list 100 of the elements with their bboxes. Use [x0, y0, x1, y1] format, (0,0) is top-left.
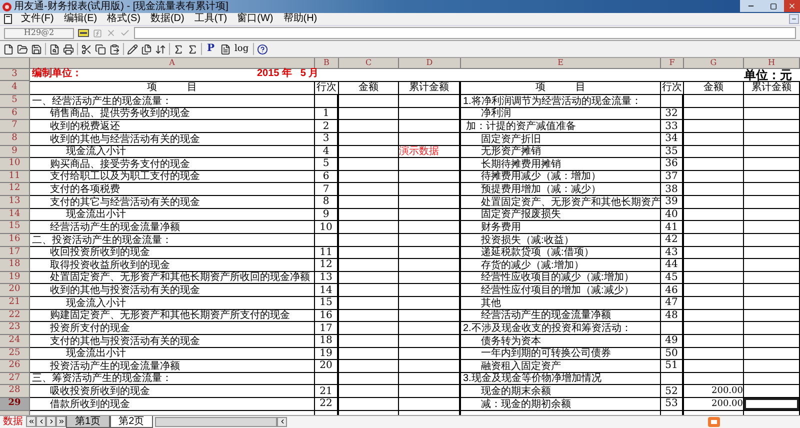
table-cell[interactable] — [744, 234, 800, 246]
column-header[interactable]: C — [339, 58, 399, 69]
menu-item[interactable]: 编辑(E) — [58, 13, 102, 25]
pencil-icon[interactable] — [127, 44, 138, 54]
table-cell[interactable] — [744, 221, 800, 234]
row-number[interactable]: 16 — [0, 234, 30, 246]
row-number[interactable]: 23 — [0, 322, 30, 335]
table-cell[interactable] — [744, 372, 800, 386]
maximize-button[interactable] — [762, 0, 784, 12]
table-cell[interactable] — [744, 108, 800, 120]
column-header[interactable]: A — [30, 58, 315, 69]
row-number[interactable]: 29 — [0, 398, 30, 411]
table-cell[interactable] — [744, 259, 800, 272]
row-number[interactable]: 26 — [0, 360, 30, 373]
column-header[interactable]: F — [661, 58, 684, 69]
help-icon[interactable] — [256, 44, 268, 54]
sheet-tab[interactable]: 第2页 — [110, 416, 154, 428]
scroll-left-button[interactable] — [277, 416, 288, 427]
table-cell[interactable] — [744, 322, 800, 335]
row-number[interactable]: 24 — [0, 334, 30, 348]
new-file-icon[interactable] — [3, 44, 14, 54]
folder-icon[interactable] — [17, 44, 28, 54]
sheet-nav-button[interactable] — [26, 416, 36, 428]
p-button[interactable]: P — [205, 43, 217, 55]
horizontal-scrollbar[interactable] — [155, 416, 278, 427]
table-cell[interactable] — [744, 385, 800, 398]
row-number[interactable]: 13 — [0, 196, 30, 209]
table-cell[interactable] — [744, 348, 800, 360]
row-number[interactable]: 5 — [0, 95, 30, 108]
table-cell[interactable] — [744, 183, 800, 196]
column-header[interactable]: D — [399, 58, 461, 69]
sheet-nav-button[interactable] — [36, 416, 46, 428]
row-number[interactable]: 6 — [0, 108, 30, 120]
row-number[interactable]: 20 — [0, 284, 30, 297]
range-icon[interactable] — [78, 29, 89, 37]
save-icon[interactable] — [31, 44, 42, 54]
table-cell[interactable] — [744, 398, 800, 411]
menu-item[interactable]: 工具(T) — [189, 13, 232, 25]
column-header[interactable]: H — [744, 58, 800, 69]
menu-item[interactable]: 窗口(W) — [232, 13, 278, 25]
table-cell[interactable] — [744, 360, 800, 373]
row-number[interactable]: 9 — [0, 146, 30, 158]
table-cell[interactable] — [744, 272, 800, 284]
row-number[interactable]: 3 — [0, 69, 30, 81]
row-number[interactable]: 4 — [0, 81, 30, 95]
row-number[interactable]: 21 — [0, 297, 30, 310]
table-cell[interactable] — [744, 120, 800, 133]
sheet-nav-button[interactable] — [46, 416, 56, 428]
row-number[interactable]: 28 — [0, 385, 30, 398]
table-cell[interactable] — [744, 284, 800, 297]
row-number[interactable]: 7 — [0, 120, 30, 133]
table-cell[interactable] — [744, 246, 800, 260]
log-button[interactable]: log — [234, 43, 250, 55]
row-number[interactable]: 19 — [0, 272, 30, 284]
menu-item[interactable]: 数据(D) — [145, 13, 190, 25]
table-cell[interactable] — [744, 170, 800, 184]
table-cell[interactable] — [744, 208, 800, 222]
formula-input[interactable] — [134, 27, 796, 39]
row-number[interactable]: 14 — [0, 208, 30, 222]
row-number[interactable]: 27 — [0, 372, 30, 386]
row-number[interactable]: 18 — [0, 259, 30, 272]
close-button[interactable] — [784, 0, 800, 12]
table-cell[interactable] — [744, 310, 800, 322]
restore-button[interactable] — [789, 14, 799, 24]
row-number[interactable]: 25 — [0, 348, 30, 360]
sigma-icon[interactable] — [187, 44, 198, 54]
menu-item[interactable]: 文件(F) — [16, 13, 59, 25]
table-cell[interactable] — [744, 132, 800, 146]
preview-icon[interactable] — [49, 44, 60, 54]
table-cell — [684, 158, 744, 171]
document-icon[interactable] — [220, 44, 231, 54]
scissors-icon[interactable] — [81, 44, 92, 54]
row-number[interactable]: 10 — [0, 158, 30, 171]
row-number[interactable]: 12 — [0, 183, 30, 196]
cell-name-field[interactable]: H29@2 — [4, 28, 74, 38]
table-cell[interactable] — [744, 158, 800, 171]
row-number[interactable]: 11 — [0, 170, 30, 184]
copy-icon[interactable] — [95, 44, 106, 54]
files-icon[interactable] — [141, 44, 152, 54]
row-number[interactable]: 15 — [0, 221, 30, 234]
table-cell[interactable] — [744, 146, 800, 158]
sheet-tab[interactable]: 第1页 — [66, 416, 110, 428]
table-cell[interactable] — [744, 196, 800, 209]
menu-item[interactable]: 帮助(H) — [278, 13, 322, 25]
sheet-nav-button[interactable] — [56, 416, 66, 428]
sort-icon[interactable] — [155, 44, 166, 54]
column-header[interactable]: B — [315, 58, 339, 69]
row-number[interactable]: 17 — [0, 246, 30, 260]
paste-icon[interactable] — [109, 44, 120, 54]
column-header[interactable]: G — [684, 58, 744, 69]
table-cell[interactable] — [744, 334, 800, 348]
tray-icon[interactable] — [708, 416, 720, 427]
menu-item[interactable]: 格式(S) — [102, 13, 146, 25]
column-header[interactable]: E — [461, 58, 661, 69]
table-cell[interactable] — [744, 95, 800, 108]
row-number[interactable]: 8 — [0, 132, 30, 146]
row-number[interactable]: 22 — [0, 310, 30, 322]
table-cell[interactable] — [744, 297, 800, 310]
printer-icon[interactable] — [63, 44, 74, 54]
sigma-icon[interactable] — [173, 44, 184, 54]
